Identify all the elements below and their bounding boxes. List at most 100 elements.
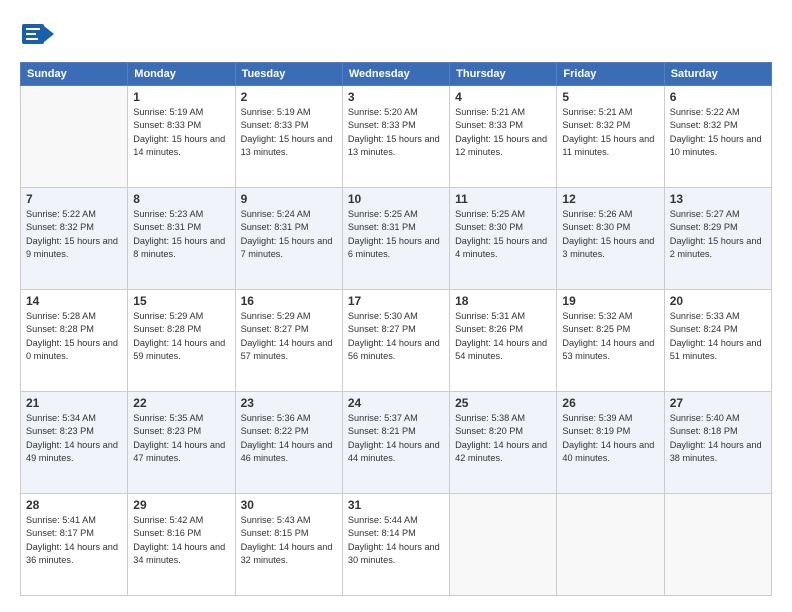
calendar-week-row: 14Sunrise: 5:28 AM Sunset: 8:28 PM Dayli… (21, 290, 772, 392)
day-number: 1 (133, 90, 229, 104)
header (20, 16, 772, 52)
day-info: Sunrise: 5:40 AM Sunset: 8:18 PM Dayligh… (670, 412, 766, 465)
day-info: Sunrise: 5:22 AM Sunset: 8:32 PM Dayligh… (26, 208, 122, 261)
table-row: 13Sunrise: 5:27 AM Sunset: 8:29 PM Dayli… (664, 188, 771, 290)
day-number: 12 (562, 192, 658, 206)
calendar-table: Sunday Monday Tuesday Wednesday Thursday… (20, 62, 772, 596)
table-row: 5Sunrise: 5:21 AM Sunset: 8:32 PM Daylig… (557, 86, 664, 188)
day-info: Sunrise: 5:21 AM Sunset: 8:33 PM Dayligh… (455, 106, 551, 159)
table-row: 29 Sunrise: 5:42 AM Sunset: 8:16 PM Dayli… (128, 494, 235, 596)
day-number: 16 (241, 294, 337, 308)
day-info: Sunrise: 5:25 AM Sunset: 8:31 PM Dayligh… (348, 208, 444, 261)
day-number: 19 (562, 294, 658, 308)
table-row: 4 Sunrise: 5:21 AM Sunset: 8:33 PM Daylig… (450, 86, 557, 188)
day-info: Sunrise: 5:23 AM Sunset: 8:31 PM Dayligh… (133, 208, 229, 261)
day-info: Sunrise: 5:31 AM Sunset: 8:26 PM Dayligh… (455, 310, 551, 363)
day-number: 20 (670, 294, 766, 308)
table-row: 24 Sunrise: 5:37 AM Sunset: 8:21 PM Dayli… (342, 392, 449, 494)
day-info: Sunrise: 5:22 AM Sunset: 8:32 PM Dayligh… (670, 106, 766, 159)
col-saturday: Saturday (664, 63, 771, 86)
table-row (664, 494, 771, 596)
day-number: 5 (562, 90, 658, 104)
table-row (450, 494, 557, 596)
day-info: Sunrise: 5:36 AM Sunset: 8:22 PM Dayligh… (241, 412, 337, 465)
day-number: 27 (670, 396, 766, 410)
table-row: 6 Sunrise: 5:22 AM Sunset: 8:32 PM Daylig… (664, 86, 771, 188)
day-number: 6 (670, 90, 766, 104)
table-row: 30 Sunrise: 5:43 AM Sunset: 8:15 PM Dayli… (235, 494, 342, 596)
table-row: 1Sunrise: 5:19 AM Sunset: 8:33 PM Daylig… (128, 86, 235, 188)
day-info: Sunrise: 5:30 AM Sunset: 8:27 PM Dayligh… (348, 310, 444, 363)
table-row: 23 Sunrise: 5:36 AM Sunset: 8:22 PM Dayli… (235, 392, 342, 494)
day-info: Sunrise: 5:24 AM Sunset: 8:31 PM Dayligh… (241, 208, 337, 261)
table-row: 15Sunrise: 5:29 AM Sunset: 8:28 PM Dayli… (128, 290, 235, 392)
day-number: 11 (455, 192, 551, 206)
calendar-header-row: Sunday Monday Tuesday Wednesday Thursday… (21, 63, 772, 86)
table-row: 11 Sunrise: 5:25 AM Sunset: 8:30 PM Dayli… (450, 188, 557, 290)
day-number: 2 (241, 90, 337, 104)
logo-icon (20, 16, 56, 52)
table-row: 9Sunrise: 5:24 AM Sunset: 8:31 PM Daylig… (235, 188, 342, 290)
table-row: 20 Sunrise: 5:33 AM Sunset: 8:24 PM Dayli… (664, 290, 771, 392)
table-row (557, 494, 664, 596)
day-info: Sunrise: 5:37 AM Sunset: 8:21 PM Dayligh… (348, 412, 444, 465)
table-row: 31 Sunrise: 5:44 AM Sunset: 8:14 PM Dayli… (342, 494, 449, 596)
calendar-week-row: 1 Sunrise: 5:19 AM Sunset: 8:33 PM Daylig… (21, 86, 772, 188)
table-row: 18Sunrise: 5:31 AM Sunset: 8:26 PM Dayli… (450, 290, 557, 392)
col-tuesday: Tuesday (235, 63, 342, 86)
table-row: 21Sunrise: 5:34 AM Sunset: 8:23 PM Dayli… (21, 392, 128, 494)
table-row: 7 Sunrise: 5:22 AM Sunset: 8:32 PM Daylig… (21, 188, 128, 290)
table-row: 22 Sunrise: 5:35 AM Sunset: 8:23 PM Dayli… (128, 392, 235, 494)
day-number: 8 (133, 192, 229, 206)
day-info: Sunrise: 5:35 AM Sunset: 8:23 PM Dayligh… (133, 412, 229, 465)
day-number: 14 (26, 294, 122, 308)
calendar-week-row: 28 Sunrise: 5:41 AM Sunset: 8:17 PM Dayli… (21, 494, 772, 596)
day-info: Sunrise: 5:38 AM Sunset: 8:20 PM Dayligh… (455, 412, 551, 465)
day-info: Sunrise: 5:44 AM Sunset: 8:14 PM Dayligh… (348, 514, 444, 567)
col-wednesday: Wednesday (342, 63, 449, 86)
day-number: 31 (348, 498, 444, 512)
day-number: 28 (26, 498, 122, 512)
day-info: Sunrise: 5:32 AM Sunset: 8:25 PM Dayligh… (562, 310, 658, 363)
day-number: 25 (455, 396, 551, 410)
day-number: 4 (455, 90, 551, 104)
calendar-week-row: 7 Sunrise: 5:22 AM Sunset: 8:32 PM Daylig… (21, 188, 772, 290)
day-info: Sunrise: 5:19 AM Sunset: 8:33 PM Dayligh… (241, 106, 337, 159)
table-row: 25 Sunrise: 5:38 AM Sunset: 8:20 PM Dayli… (450, 392, 557, 494)
table-row: 10Sunrise: 5:25 AM Sunset: 8:31 PM Dayli… (342, 188, 449, 290)
day-number: 3 (348, 90, 444, 104)
table-row: 12 Sunrise: 5:26 AM Sunset: 8:30 PM Dayli… (557, 188, 664, 290)
table-row (21, 86, 128, 188)
day-info: Sunrise: 5:42 AM Sunset: 8:16 PM Dayligh… (133, 514, 229, 567)
col-thursday: Thursday (450, 63, 557, 86)
table-row: 27 Sunrise: 5:40 AM Sunset: 8:18 PM Dayli… (664, 392, 771, 494)
page: Sunday Monday Tuesday Wednesday Thursday… (0, 0, 792, 612)
day-info: Sunrise: 5:33 AM Sunset: 8:24 PM Dayligh… (670, 310, 766, 363)
table-row: 16 Sunrise: 5:29 AM Sunset: 8:27 PM Dayli… (235, 290, 342, 392)
day-number: 29 (133, 498, 229, 512)
day-number: 7 (26, 192, 122, 206)
table-row: 3 Sunrise: 5:20 AM Sunset: 8:33 PM Daylig… (342, 86, 449, 188)
day-info: Sunrise: 5:29 AM Sunset: 8:27 PM Dayligh… (241, 310, 337, 363)
day-info: Sunrise: 5:41 AM Sunset: 8:17 PM Dayligh… (26, 514, 122, 567)
day-number: 26 (562, 396, 658, 410)
day-info: Sunrise: 5:20 AM Sunset: 8:33 PM Dayligh… (348, 106, 444, 159)
day-info: Sunrise: 5:39 AM Sunset: 8:19 PM Dayligh… (562, 412, 658, 465)
day-info: Sunrise: 5:27 AM Sunset: 8:29 PM Dayligh… (670, 208, 766, 261)
table-row: 17 Sunrise: 5:30 AM Sunset: 8:27 PM Dayli… (342, 290, 449, 392)
col-sunday: Sunday (21, 63, 128, 86)
day-number: 30 (241, 498, 337, 512)
table-row: 19 Sunrise: 5:32 AM Sunset: 8:25 PM Dayli… (557, 290, 664, 392)
day-info: Sunrise: 5:26 AM Sunset: 8:30 PM Dayligh… (562, 208, 658, 261)
day-number: 22 (133, 396, 229, 410)
table-row: 8 Sunrise: 5:23 AM Sunset: 8:31 PM Daylig… (128, 188, 235, 290)
table-row: 28 Sunrise: 5:41 AM Sunset: 8:17 PM Dayli… (21, 494, 128, 596)
day-number: 23 (241, 396, 337, 410)
day-number: 17 (348, 294, 444, 308)
day-number: 24 (348, 396, 444, 410)
col-friday: Friday (557, 63, 664, 86)
day-info: Sunrise: 5:25 AM Sunset: 8:30 PM Dayligh… (455, 208, 551, 261)
table-row: 26 Sunrise: 5:39 AM Sunset: 8:19 PM Dayli… (557, 392, 664, 494)
calendar-week-row: 21Sunrise: 5:34 AM Sunset: 8:23 PM Dayli… (21, 392, 772, 494)
day-info: Sunrise: 5:43 AM Sunset: 8:15 PM Dayligh… (241, 514, 337, 567)
